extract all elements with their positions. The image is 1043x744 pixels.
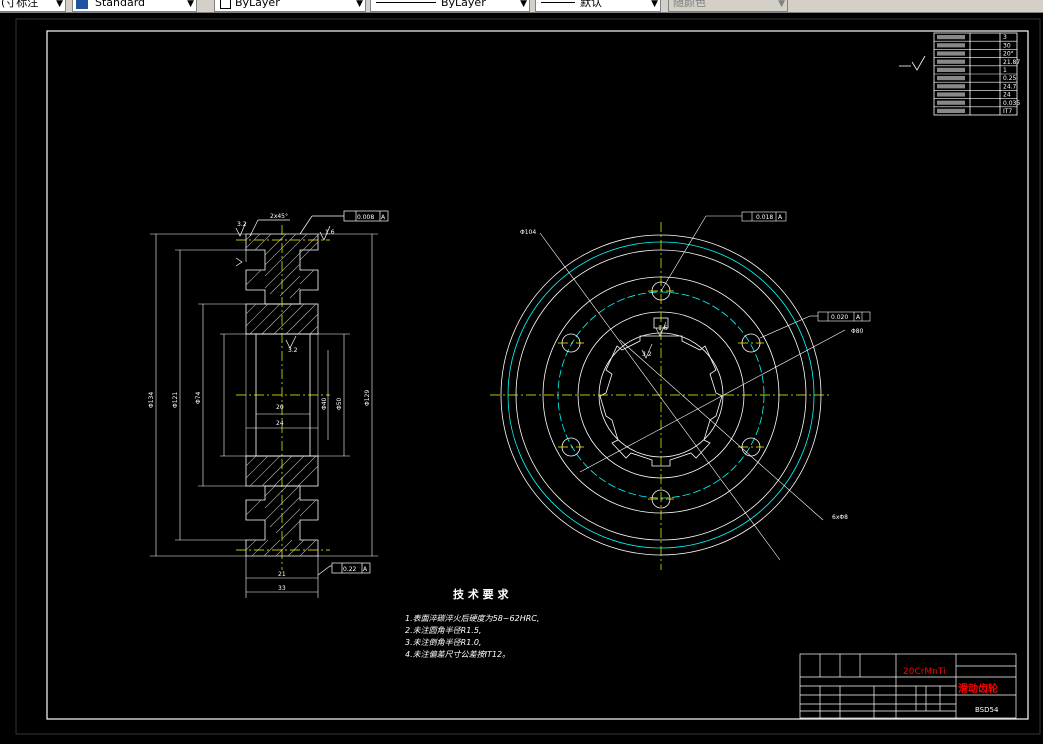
table-row-value: 1 bbox=[1003, 67, 1007, 74]
tech-title: 技 术 要 求 bbox=[453, 587, 509, 601]
dim-d50: Φ50 bbox=[336, 397, 343, 410]
tech-note-1: 1.表面淬碳淬火后硬度为58~62HRC, bbox=[405, 614, 539, 623]
tech-note-4: 4.未注偏差尺寸公差按IT12。 bbox=[405, 650, 510, 659]
chevron-down-icon: ▼ bbox=[651, 0, 658, 9]
tol-right-mid-value: 0.020 bbox=[831, 314, 848, 321]
roughness-symbol-sheet bbox=[899, 55, 926, 71]
table-row-value: 20° bbox=[1003, 51, 1014, 58]
tol-frame-bottom-value: 0.22 bbox=[343, 566, 357, 573]
dim-20: 20 bbox=[276, 404, 284, 411]
properties-toolbar: (寸标注 ▼ Standard ▼ ByLayer ▼ ByLayer ▼ 默认 ▼ 随颜… bbox=[0, 0, 1043, 13]
lineweight-dropdown[interactable]: 默认 ▼ bbox=[535, 0, 661, 12]
roughness-1-6: 1.6 bbox=[325, 229, 335, 236]
lineweight-value: 默认 bbox=[580, 0, 602, 9]
drawing-canvas[interactable]: 33020°21.8710.2524.7240.035IT7 bbox=[0, 13, 1043, 740]
dim-21: 21 bbox=[278, 571, 286, 578]
chevron-down-icon: ▼ bbox=[778, 0, 785, 9]
table-row-label bbox=[937, 43, 965, 48]
dim-33: 33 bbox=[278, 585, 286, 592]
datum-right-mid: A bbox=[856, 314, 861, 321]
lineweight-preview-icon bbox=[541, 2, 575, 3]
section-view: 2x45° 0.008 A 1.6 3.2 0.22 A 20 24 21 33… bbox=[148, 210, 389, 598]
part-name: 滑动齿轮 bbox=[958, 682, 998, 695]
table-row-label bbox=[937, 84, 965, 89]
table-row-label bbox=[937, 51, 965, 56]
plotstyle-dropdown[interactable]: 随颜色 ▼ bbox=[668, 0, 788, 12]
dim-right-d80: Φ80 bbox=[851, 328, 864, 335]
gear-table-rows: 330 20°21.8710.2524.7 240.035IT7 bbox=[934, 34, 1020, 115]
textstyle-dropdown[interactable]: Standard ▼ bbox=[72, 0, 197, 12]
chevron-down-icon: ▼ bbox=[356, 0, 363, 9]
dim-24: 24 bbox=[276, 420, 284, 427]
roughness-3-2-top: 3.2 bbox=[237, 221, 247, 228]
table-row-value: 0.035 bbox=[1003, 100, 1020, 107]
drawing-number: BSD54 bbox=[975, 706, 999, 714]
chamfer-label: 2x45° bbox=[270, 213, 288, 220]
linetype-value: ByLayer bbox=[441, 0, 486, 9]
color-value: ByLayer bbox=[235, 0, 280, 9]
linetype-preview-icon bbox=[376, 2, 436, 3]
table-row-label bbox=[937, 35, 965, 40]
table-row-value: IT7 bbox=[1003, 108, 1012, 115]
table-row-label bbox=[937, 76, 965, 81]
cad-drawing: 33020°21.8710.2524.7240.035IT7 2x45° 0.0… bbox=[15, 18, 1041, 735]
textstyle-value: Standard bbox=[95, 0, 146, 9]
roughness-right-3-2: 3.2 bbox=[642, 351, 652, 358]
color-dropdown[interactable]: ByLayer ▼ bbox=[214, 0, 366, 12]
table-row-value: 21.87 bbox=[1003, 59, 1020, 66]
chevron-down-icon: ▼ bbox=[56, 0, 63, 9]
roughness-right-1-6: 1.6 bbox=[658, 325, 668, 332]
dim-d74: Φ74 bbox=[195, 391, 202, 404]
plotstyle-value: 随颜色 bbox=[673, 0, 706, 9]
color-swatch-icon bbox=[220, 0, 231, 9]
dim-d40: Φ40 bbox=[321, 397, 328, 410]
table-row-label bbox=[937, 67, 965, 72]
table-row-label bbox=[937, 59, 965, 64]
table-row-label bbox=[937, 92, 965, 97]
dimstyle-dropdown[interactable]: (寸标注 ▼ bbox=[0, 0, 66, 12]
datum-a-bottom: A bbox=[363, 566, 368, 573]
material-label: 20CrMnTi bbox=[903, 667, 946, 677]
front-view: Φ104 Φ80 6xΦ8 0.018 A 0.020 A 3.2 1.6 bbox=[490, 211, 871, 570]
chevron-down-icon: ▼ bbox=[187, 0, 194, 9]
table-row-value: 3 bbox=[1003, 34, 1007, 41]
dim-d134: Φ134 bbox=[148, 392, 155, 408]
linetype-dropdown[interactable]: ByLayer ▼ bbox=[370, 0, 530, 12]
dim-d121: Φ121 bbox=[172, 392, 179, 408]
dim-d129: Φ129 bbox=[364, 390, 371, 406]
table-row-value: 24.7 bbox=[1003, 83, 1017, 90]
tech-note-3: 3.未注倒角半径R1.0, bbox=[405, 638, 481, 647]
table-row-label bbox=[937, 108, 965, 113]
tol-frame-top-value: 0.008 bbox=[357, 214, 374, 221]
datum-right-top: A bbox=[778, 214, 783, 221]
textstyle-icon bbox=[76, 0, 88, 9]
table-row-label bbox=[937, 100, 965, 105]
table-row-value: 24 bbox=[1003, 92, 1011, 99]
sheet-outer-border bbox=[15, 18, 1041, 735]
tech-note-2: 2.未注圆角半径R1.5, bbox=[405, 626, 481, 635]
roughness-3-2-bore: 3.2 bbox=[288, 347, 298, 354]
datum-a-top: A bbox=[381, 214, 386, 221]
dimstyle-value: (寸标注 bbox=[1, 0, 39, 9]
dim-right-d104: Φ104 bbox=[520, 229, 536, 236]
dim-holes: 6xΦ8 bbox=[832, 514, 848, 521]
table-row-value: 0.25 bbox=[1003, 75, 1017, 82]
table-row-value: 30 bbox=[1003, 42, 1011, 49]
tech-requirements: 技 术 要 求 1.表面淬碳淬火后硬度为58~62HRC, 2.未注圆角半径R1… bbox=[405, 587, 539, 659]
chevron-down-icon: ▼ bbox=[520, 0, 527, 9]
tol-right-top-value: 0.018 bbox=[756, 214, 773, 221]
